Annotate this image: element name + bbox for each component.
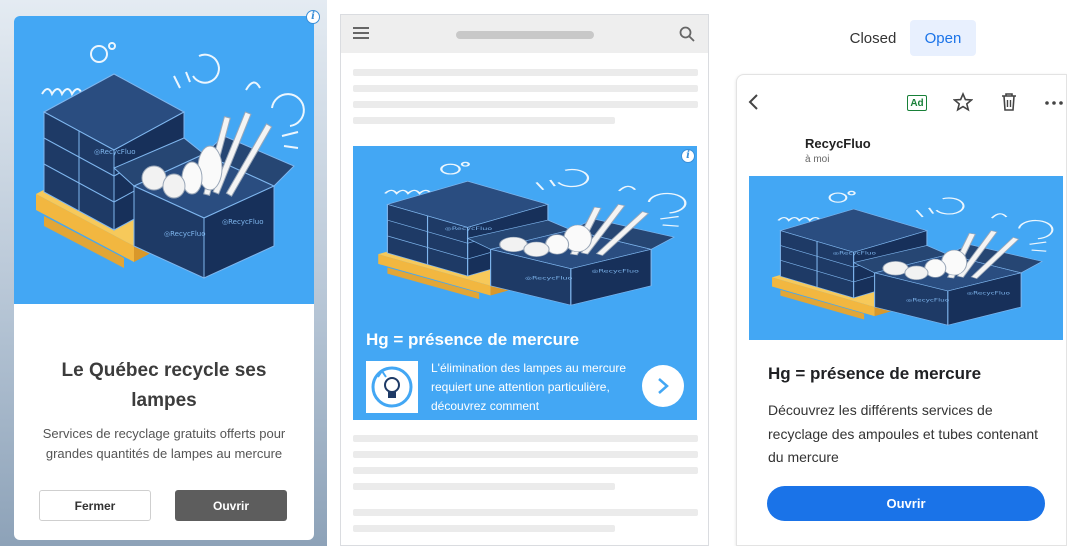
browser-banner-panel: ◎RecycFluo ◎RecycFluo ◎RecycFluo i Hg = …	[340, 14, 709, 546]
chevron-right-icon[interactable]	[642, 365, 684, 407]
more-icon[interactable]	[1045, 101, 1063, 105]
info-icon[interactable]: i	[306, 10, 320, 24]
placeholder-text-line	[353, 101, 698, 108]
ad-badge: Ad	[907, 95, 927, 111]
tab-closed[interactable]: Closed	[828, 20, 918, 56]
email-headline: Hg = présence de mercure	[768, 364, 982, 383]
placeholder-text-line	[353, 451, 698, 458]
expanded-email-ad: Ad RecycFluo à moi ◎RecycFluo ◎RecycFluo…	[736, 74, 1067, 546]
star-icon[interactable]	[953, 92, 973, 112]
recipient-label: à moi	[805, 154, 830, 165]
gmail-ad-panel: Closed Open Ad RecycFluo à moi ◎RecycFlu…	[724, 0, 1067, 546]
svg-text:◎RecycFluo: ◎RecycFluo	[592, 268, 640, 273]
interstitial-title: Le Québec recycle ses lampes	[61, 360, 267, 411]
placeholder-text-line	[353, 69, 698, 76]
interstitial-card: ◎RecycFluo ◎RecycFluo ◎RecycFluo Le Québ…	[14, 16, 314, 540]
browser-toolbar	[341, 15, 708, 53]
placeholder-text-line	[353, 467, 698, 474]
svg-text:◎RecycFluo: ◎RecycFluo	[967, 292, 1011, 296]
tab-open[interactable]: Open	[910, 20, 976, 56]
search-icon[interactable]	[679, 26, 695, 42]
svg-text:◎RecycFluo: ◎RecycFluo	[445, 226, 493, 231]
info-icon[interactable]: i	[681, 149, 695, 163]
close-button[interactable]: Fermer	[39, 490, 151, 521]
interstitial-description: Services de recyclage gratuits offerts p…	[42, 426, 286, 461]
back-arrow-icon[interactable]	[745, 93, 763, 111]
email-body: Découvrez les différents services de rec…	[768, 402, 1039, 465]
interstitial-ad-panel: ◎RecycFluo ◎RecycFluo ◎RecycFluo Le Québ…	[0, 0, 327, 546]
svg-text:◎RecycFluo: ◎RecycFluo	[906, 299, 950, 303]
svg-text:◎RecycFluo: ◎RecycFluo	[222, 218, 264, 226]
hamburger-icon[interactable]	[353, 27, 369, 39]
placeholder-text-line	[353, 525, 615, 532]
placeholder-text-line	[353, 117, 615, 124]
sender-name: RecycFluo	[805, 136, 871, 151]
placeholder-text-line	[353, 483, 615, 490]
placeholder-text-line	[353, 85, 698, 92]
open-button[interactable]: Ouvrir	[767, 486, 1045, 521]
placeholder-text-line	[353, 509, 698, 516]
placeholder-text-line	[353, 435, 698, 442]
recycfluo-logo	[366, 361, 418, 413]
svg-text:◎RecycFluo: ◎RecycFluo	[94, 148, 136, 156]
svg-text:◎RecycFluo: ◎RecycFluo	[164, 230, 206, 238]
svg-text:◎RecycFluo: ◎RecycFluo	[833, 252, 877, 256]
banner-body: L'élimination des lampes au mercure requ…	[431, 361, 627, 413]
banner-headline: Hg = présence de mercure	[366, 330, 580, 349]
recycling-illustration: ◎RecycFluo ◎RecycFluo ◎RecycFluo	[749, 176, 1063, 340]
address-bar[interactable]	[456, 31, 594, 39]
svg-text:◎RecycFluo: ◎RecycFluo	[525, 276, 573, 281]
trash-icon[interactable]	[1000, 92, 1018, 112]
open-button[interactable]: Ouvrir	[175, 490, 287, 521]
recycling-illustration: ◎RecycFluo ◎RecycFluo ◎RecycFluo	[14, 16, 314, 304]
banner-ad[interactable]: ◎RecycFluo ◎RecycFluo ◎RecycFluo i Hg = …	[353, 146, 697, 420]
recycling-illustration: ◎RecycFluo ◎RecycFluo ◎RecycFluo	[353, 146, 697, 321]
